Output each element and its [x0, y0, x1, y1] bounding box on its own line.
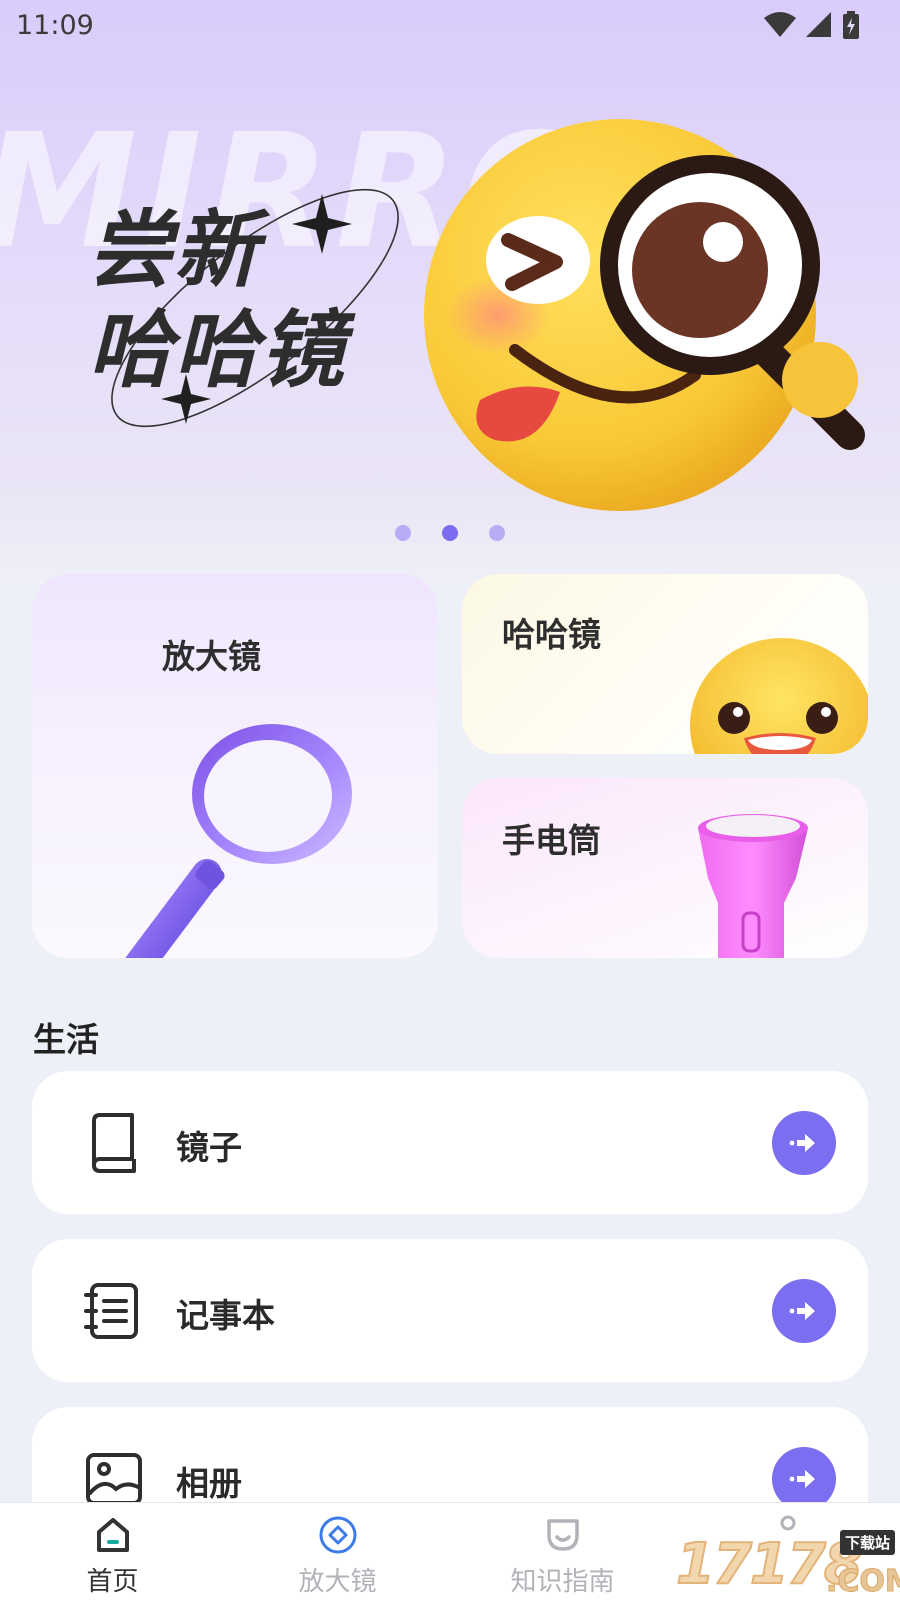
wifi-icon [764, 12, 796, 37]
carousel-dot-active[interactable] [442, 525, 458, 541]
list-item-label: 镜子 [176, 1128, 242, 1167]
nav-item-guide[interactable]: 知识指南 [450, 1503, 675, 1600]
nav-label-home: 首页 [86, 1567, 139, 1597]
banner-title: 尝新 哈哈镜 [88, 200, 346, 400]
hero-banner[interactable]: 11:09 MIRROR 尝新 哈哈镜 [0, 0, 900, 590]
magnifier-illustration [125, 724, 352, 958]
diamond-icon [319, 1516, 356, 1554]
flashlight-card[interactable]: 手电筒 [462, 778, 868, 958]
arrow-right-icon [789, 1134, 815, 1152]
magnifier-card-label: 放大镜 [162, 637, 261, 676]
battery-icon [843, 11, 859, 39]
funhouse-mirror-card[interactable]: 哈哈镜 [462, 574, 868, 754]
nav-item-home[interactable]: 首页 [0, 1503, 225, 1600]
nav-item-magnifier[interactable]: 放大镜 [225, 1503, 450, 1600]
status-bar: 11:09 [0, 0, 900, 50]
go-arrow-button[interactable] [772, 1111, 836, 1175]
book-icon [92, 1113, 136, 1173]
banner-title-line1: 尝新 [88, 201, 261, 299]
list-item-label: 记事本 [176, 1296, 275, 1335]
list-item-notebook[interactable]: 记事本 [32, 1239, 868, 1382]
banner-title-line2: 哈哈镜 [88, 301, 347, 399]
nav-label-magnifier: 放大镜 [298, 1567, 377, 1597]
winking-emoji-magnifier-illustration [424, 119, 865, 511]
guide-icon [546, 1519, 579, 1551]
flashlight-card-label: 手电筒 [502, 821, 601, 860]
list-item-mirror[interactable]: 镜子 [32, 1071, 868, 1214]
notebook-icon [84, 1283, 138, 1339]
carousel-indicator [0, 525, 900, 541]
watermark-badge: 下载站 [840, 1530, 896, 1555]
home-icon [96, 1518, 129, 1552]
status-time: 11:09 [16, 9, 94, 41]
status-icons [764, 11, 860, 39]
flashlight-illustration [698, 814, 808, 958]
nav-label-guide: 知识指南 [510, 1567, 615, 1597]
signal-icon [806, 12, 831, 37]
carousel-dot[interactable] [489, 525, 505, 541]
magnifier-card[interactable]: 放大镜 [32, 574, 438, 958]
go-arrow-button[interactable] [772, 1279, 836, 1343]
site-watermark: 17178 下载站 .COM [675, 1528, 900, 1600]
list-item-label: 相册 [176, 1464, 242, 1503]
funhouse-card-label: 哈哈镜 [502, 615, 601, 654]
arrow-right-icon [789, 1470, 815, 1488]
smiley-emoji-illustration [690, 638, 868, 754]
section-title-life: 生活 [33, 1020, 99, 1059]
watermark-suffix: .COM [826, 1564, 900, 1600]
carousel-dot[interactable] [395, 525, 411, 541]
arrow-right-icon [789, 1302, 815, 1320]
